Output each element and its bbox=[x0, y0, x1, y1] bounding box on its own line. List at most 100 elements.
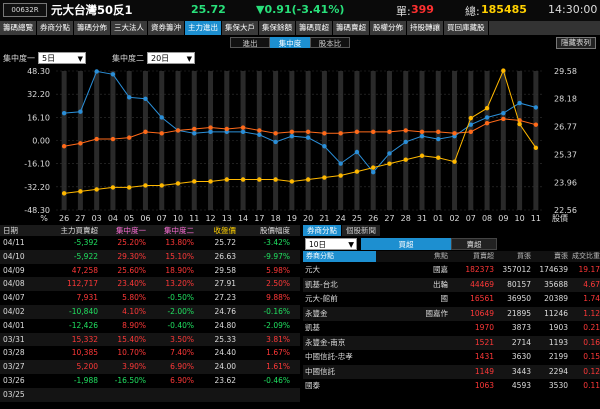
series-point-0 bbox=[78, 109, 83, 114]
stock-price: 25.72 bbox=[191, 3, 226, 16]
hide-list-button[interactable]: 隱藏表列 bbox=[556, 37, 596, 49]
series-point-0 bbox=[159, 115, 164, 120]
table-row[interactable]: 04/01 -12,426 8.90% -0.40% 24.80 -2.09% bbox=[0, 319, 300, 333]
broker-cell: 永豐金 bbox=[305, 308, 328, 318]
x-tick-label: 03 bbox=[92, 214, 102, 223]
broker-row[interactable]: 中國信託-忠孝 1431 3630 2199 0.15 bbox=[303, 350, 600, 365]
right-tick-label: 25.37 bbox=[554, 150, 577, 159]
broker-cell: 357012 bbox=[502, 265, 531, 274]
tab-5[interactable]: 主力進出 bbox=[185, 21, 222, 35]
right-tick-label: 23.96 bbox=[554, 178, 577, 187]
concentration-chart: 48.30 32.20 16.10 0.00 -16.10 -32.20 -48.30 29.… bbox=[0, 64, 600, 225]
table-row[interactable]: 04/09 47,258 25.60% 18.90% 29.58 5.98% bbox=[0, 264, 300, 278]
subtab-1[interactable]: 集中度 bbox=[270, 37, 310, 48]
tab-11[interactable]: 持股轉讓 bbox=[407, 21, 444, 35]
series-point-0 bbox=[322, 144, 327, 149]
x-tick-label: 10 bbox=[515, 214, 525, 223]
table-row[interactable]: 03/25 bbox=[0, 387, 300, 402]
table-row[interactable]: 04/02 -10,840 4.10% -2.00% 24.76 -0.16% bbox=[0, 305, 300, 319]
tab-buy[interactable]: 買超 bbox=[361, 238, 451, 250]
table-row[interactable]: 04/11 -5,392 25.20% 13.80% 25.72 -3.42% bbox=[0, 236, 300, 250]
series-point-1 bbox=[94, 136, 99, 142]
table-cell: -5,922 bbox=[73, 251, 98, 261]
table-cell: 23.62 bbox=[214, 376, 236, 385]
x-tick-label: 09 bbox=[498, 214, 508, 223]
x-tick-label: 12 bbox=[205, 214, 215, 223]
broker-row[interactable]: 永豐金 國嘉作 10649 21895 11246 1.12 bbox=[303, 306, 600, 321]
broker-row[interactable]: 元大-館前 國 16561 36950 20389 1.74 bbox=[303, 292, 600, 307]
broker-cell: 1149 bbox=[474, 366, 494, 376]
broker-row[interactable]: 永豐金-南京 1521 2714 1193 0.16 bbox=[303, 335, 600, 350]
right-tab-0[interactable]: 券商分點 bbox=[303, 225, 342, 236]
concentration-1-select[interactable]: 5日 ▼ bbox=[38, 52, 86, 64]
series-point-1 bbox=[322, 131, 327, 136]
tab-2[interactable]: 籌碼分佈 bbox=[74, 21, 111, 35]
broker-cell: 1521 bbox=[474, 337, 494, 347]
table-row[interactable]: 03/27 5,200 3.90% 6.90% 24.00 1.61% bbox=[0, 360, 300, 374]
broker-cell: 4.67 bbox=[583, 279, 600, 289]
broker-cell: 44469 bbox=[470, 279, 494, 289]
subtab-2[interactable]: 股本比 bbox=[310, 37, 350, 48]
table-row[interactable]: 04/10 -5,922 29.30% 15.10% 26.63 -9.97% bbox=[0, 249, 300, 264]
period-select[interactable]: 10日 ▼ bbox=[305, 238, 357, 250]
table-cell: 15,332 bbox=[71, 334, 98, 344]
tab-0[interactable]: 籌碼總覽 bbox=[0, 21, 37, 35]
stock-code-input[interactable]: 00632R bbox=[3, 3, 47, 17]
broker-cell: 0.16 bbox=[583, 337, 600, 347]
series-point-0 bbox=[143, 96, 148, 101]
table-cell: 27.23 bbox=[214, 293, 236, 303]
table-row[interactable]: 04/07 7,931 5.80% -0.50% 27.23 9.88% bbox=[0, 291, 300, 305]
table-cell: 5.80% bbox=[122, 293, 146, 303]
table-header-cell: 集中度一 bbox=[116, 226, 146, 235]
series-point-1 bbox=[143, 129, 148, 135]
broker-row[interactable]: 凱基-台北 出輪 44469 80157 35688 4.67 bbox=[303, 277, 600, 292]
series-point-1 bbox=[436, 129, 441, 135]
series-point-1 bbox=[61, 144, 67, 149]
right-tab-1[interactable]: 個股新聞 bbox=[342, 225, 381, 236]
table-header-cell: 集中度二 bbox=[164, 226, 194, 235]
table-row[interactable]: 03/26 -1,988 -16.50% 6.90% 23.62 -0.46% bbox=[0, 374, 300, 388]
table-cell: -16.50% bbox=[114, 376, 146, 385]
series-point-2 bbox=[192, 179, 197, 184]
series-point-0 bbox=[127, 95, 132, 100]
broker-cell: 元大-館前 bbox=[305, 294, 338, 303]
tab-8[interactable]: 籌碼買超 bbox=[296, 21, 333, 35]
concentration-1-value: 5日 bbox=[42, 54, 56, 63]
tab-sell[interactable]: 賣超 bbox=[451, 238, 497, 250]
broker-row[interactable]: 國泰 1063 4593 3530 0.11 bbox=[303, 379, 600, 394]
x-tick-label: 02 bbox=[449, 214, 459, 223]
series-point-1 bbox=[257, 128, 262, 133]
concentration-2-select[interactable]: 20日 ▼ bbox=[147, 52, 195, 64]
series-point-0 bbox=[240, 129, 246, 135]
table-cell: 15.10% bbox=[165, 251, 194, 261]
table-row[interactable]: 03/31 15,332 15.40% 3.50% 25.33 3.81% bbox=[0, 332, 300, 347]
table-cell: 3.50% bbox=[170, 334, 194, 344]
tab-1[interactable]: 券商分點 bbox=[37, 21, 74, 35]
table-cell: -12,426 bbox=[69, 320, 98, 330]
table-cell: -0.50% bbox=[167, 293, 194, 303]
broker-cell: 80157 bbox=[507, 279, 531, 289]
tab-3[interactable]: 三大法人 bbox=[111, 21, 148, 35]
series-point-0 bbox=[94, 69, 99, 74]
tab-12[interactable]: 買回庫藏股 bbox=[444, 21, 489, 35]
x-tick-label: 01 bbox=[433, 214, 443, 223]
tab-9[interactable]: 籌碼賣超 bbox=[333, 21, 370, 35]
stock-name: 元大台灣50反1 bbox=[51, 3, 133, 17]
tab-10[interactable]: 股權分佈 bbox=[370, 21, 407, 35]
broker-cell: 174639 bbox=[539, 265, 568, 274]
tab-4[interactable]: 資券籌沖 bbox=[148, 21, 185, 35]
tab-6[interactable]: 集保大戶 bbox=[222, 21, 259, 35]
broker-row[interactable]: 凱基 1970 3873 1903 0.21 bbox=[303, 321, 600, 336]
table-cell: -1,988 bbox=[73, 376, 98, 385]
series-point-2 bbox=[127, 185, 132, 190]
table-header-cell: 主力買賣超 bbox=[60, 226, 99, 235]
broker-row[interactable]: 中國信託 1149 3443 2294 0.12 bbox=[303, 364, 600, 379]
subtab-0[interactable]: 進出 bbox=[230, 37, 270, 48]
broker-row[interactable]: 元大 國嘉 182373 357012 174639 19.17 bbox=[303, 263, 600, 278]
broker-cell: 中國信託 bbox=[305, 366, 335, 376]
table-row[interactable]: 04/08 112,717 23.40% 13.20% 27.91 2.50% bbox=[0, 277, 300, 292]
table-row[interactable]: 03/28 10,385 10.70% 7.40% 24.40 1.67% bbox=[0, 346, 300, 360]
table-cell bbox=[194, 388, 236, 402]
table-cell: -0.16% bbox=[263, 307, 290, 316]
tab-7[interactable]: 集保餘額 bbox=[259, 21, 296, 35]
